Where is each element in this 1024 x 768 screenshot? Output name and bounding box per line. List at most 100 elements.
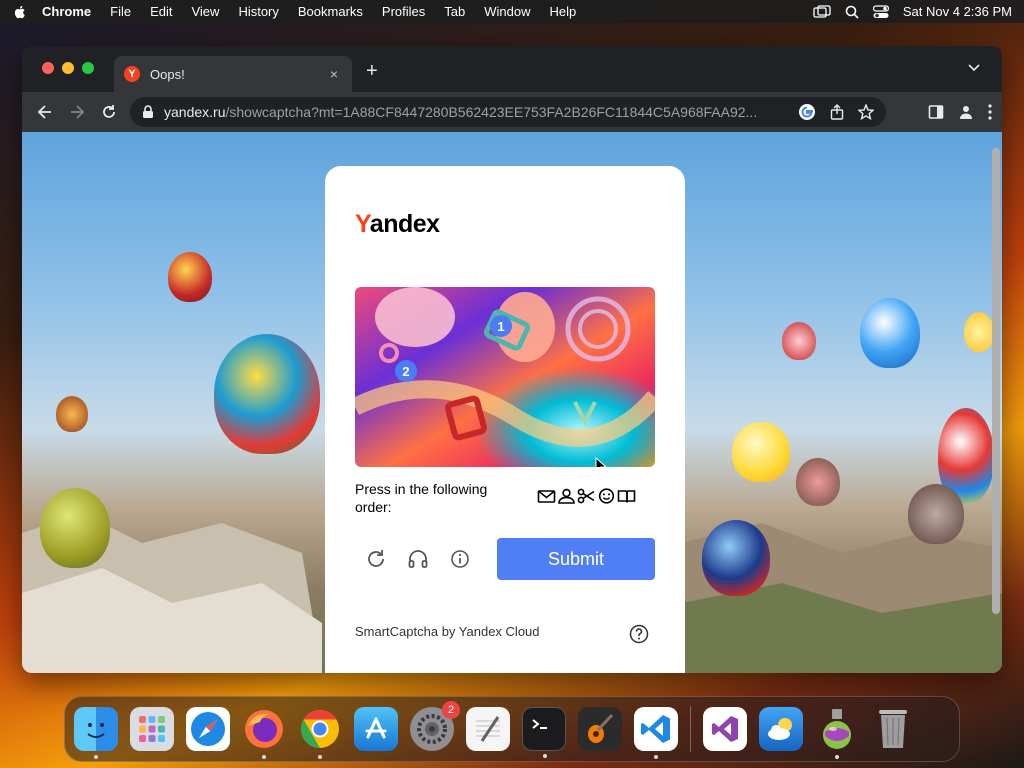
gear-icon xyxy=(417,714,447,744)
menu-history[interactable]: History xyxy=(238,4,278,19)
refresh-captcha-icon[interactable] xyxy=(365,548,387,570)
submit-button[interactable]: Submit xyxy=(497,538,655,580)
firefox-icon xyxy=(245,710,283,748)
mouse-cursor-icon xyxy=(595,457,607,467)
forward-arrow-icon xyxy=(71,105,85,119)
trash-icon xyxy=(879,710,907,748)
zoom-window-button[interactable] xyxy=(82,62,94,74)
menu-tab[interactable]: Tab xyxy=(444,4,465,19)
selection-badge-2[interactable]: 2 xyxy=(395,360,417,382)
guitar-icon xyxy=(588,713,614,743)
dock-app-store-icon[interactable] xyxy=(354,707,398,751)
new-tab-button[interactable]: + xyxy=(366,61,378,81)
visual-studio-icon xyxy=(712,716,738,742)
running-indicator xyxy=(262,755,266,759)
running-indicator xyxy=(318,755,322,759)
dock-visual-studio-icon[interactable] xyxy=(703,707,747,751)
hot-air-balloon xyxy=(168,252,212,302)
dock-vscode-icon[interactable] xyxy=(634,707,678,759)
dock-launchpad-icon[interactable] xyxy=(130,707,174,751)
book-icon xyxy=(617,490,636,503)
reload-button[interactable] xyxy=(94,97,124,127)
more-menu-icon[interactable] xyxy=(988,104,992,120)
smiley-icon xyxy=(598,488,615,504)
tab-oops[interactable]: Y Oops! × xyxy=(114,56,352,92)
running-indicator xyxy=(543,754,547,758)
google-lens-icon[interactable] xyxy=(798,103,816,121)
minimize-window-button[interactable] xyxy=(62,62,74,74)
close-window-button[interactable] xyxy=(42,62,54,74)
menu-bookmarks[interactable]: Bookmarks xyxy=(298,4,363,19)
menu-window[interactable]: Window xyxy=(484,4,530,19)
running-indicator xyxy=(654,755,658,759)
menu-bar: Chrome File Edit View History Bookmarks … xyxy=(0,0,1024,23)
running-indicator xyxy=(94,755,98,759)
menu-profiles[interactable]: Profiles xyxy=(382,4,425,19)
tab-strip: Y Oops! × + xyxy=(22,46,1002,92)
back-button[interactable] xyxy=(30,97,60,127)
audio-captcha-headphones-icon[interactable] xyxy=(407,548,429,570)
textedit-pen-icon xyxy=(476,716,500,742)
dock: 2 xyxy=(64,696,960,762)
dock-weather-icon[interactable] xyxy=(759,707,803,751)
running-indicator xyxy=(835,755,839,759)
dock-garageband-icon[interactable] xyxy=(578,707,622,751)
dock-textedit-icon[interactable] xyxy=(466,707,510,751)
dock-automator-icon[interactable] xyxy=(815,707,859,759)
menubar-clock[interactable]: Sat Nov 4 2:36 PM xyxy=(903,4,1012,19)
hot-air-balloon xyxy=(782,322,816,360)
hot-air-balloon xyxy=(964,312,994,352)
tab-close-button[interactable]: × xyxy=(326,66,342,82)
menu-edit[interactable]: Edit xyxy=(150,4,172,19)
address-bar[interactable]: yandex.ru /showcaptcha?mt=1A88CF8447280B… xyxy=(130,97,886,127)
captcha-order-icons xyxy=(537,488,636,504)
url-path: /showcaptcha?mt=1A88CF8447280B562423EE75… xyxy=(225,104,758,120)
dock-firefox-icon[interactable] xyxy=(242,707,286,759)
dock-system-settings-icon[interactable]: 2 xyxy=(410,701,460,751)
back-arrow-icon xyxy=(37,105,51,119)
yandex-logo: Yandex xyxy=(355,210,440,238)
share-icon[interactable] xyxy=(830,104,844,120)
dock-finder-icon[interactable] xyxy=(74,707,118,759)
selection-badge-1[interactable]: 1 xyxy=(490,315,512,337)
chrome-icon xyxy=(300,709,339,749)
help-question-icon[interactable] xyxy=(629,624,649,644)
dock-trash-icon[interactable] xyxy=(871,707,915,751)
site-info-icon[interactable] xyxy=(142,105,154,119)
reload-icon xyxy=(103,105,115,118)
window-controls xyxy=(42,62,94,74)
tab-search-chevron-icon[interactable] xyxy=(968,64,980,72)
dock-terminal-icon[interactable] xyxy=(522,707,566,758)
menu-app-chrome[interactable]: Chrome xyxy=(42,4,91,19)
captcha-image[interactable]: 1 2 xyxy=(355,287,655,467)
hot-air-balloon xyxy=(732,422,790,482)
forward-button[interactable] xyxy=(62,97,92,127)
page-scrollbar[interactable] xyxy=(992,148,1000,614)
dock-safari-icon[interactable] xyxy=(186,707,230,751)
side-panel-icon[interactable] xyxy=(928,104,944,120)
screen-mirroring-icon[interactable] xyxy=(813,4,831,19)
hot-air-balloon xyxy=(860,298,920,368)
app-store-icon xyxy=(365,717,387,739)
menu-view[interactable]: View xyxy=(191,4,219,19)
weather-cloud-sun-icon xyxy=(768,718,792,740)
browser-toolbar: yandex.ru /showcaptcha?mt=1A88CF8447280B… xyxy=(22,92,1002,132)
automator-flask-icon xyxy=(823,709,851,749)
spotlight-search-icon[interactable] xyxy=(845,5,859,19)
envelope-icon xyxy=(537,490,556,503)
apple-icon[interactable] xyxy=(12,4,28,20)
control-center-icon[interactable] xyxy=(872,4,889,19)
captcha-card: Yandex 1 2 Press in the following order:… xyxy=(325,166,685,673)
info-icon[interactable] xyxy=(449,548,471,570)
dock-separator xyxy=(690,706,691,752)
menu-help[interactable]: Help xyxy=(550,4,577,19)
bookmark-star-icon[interactable] xyxy=(858,104,874,120)
tab-title: Oops! xyxy=(150,66,185,82)
launchpad-grid-icon xyxy=(139,716,165,742)
profile-icon[interactable] xyxy=(958,104,974,120)
chrome-window: Y Oops! × + yandex.ru /showcaptcha?mt=1A… xyxy=(22,46,1002,673)
finder-face-icon xyxy=(87,723,105,738)
dock-chrome-icon[interactable] xyxy=(298,707,342,759)
hot-air-balloon xyxy=(56,396,88,432)
menu-file[interactable]: File xyxy=(110,4,131,19)
